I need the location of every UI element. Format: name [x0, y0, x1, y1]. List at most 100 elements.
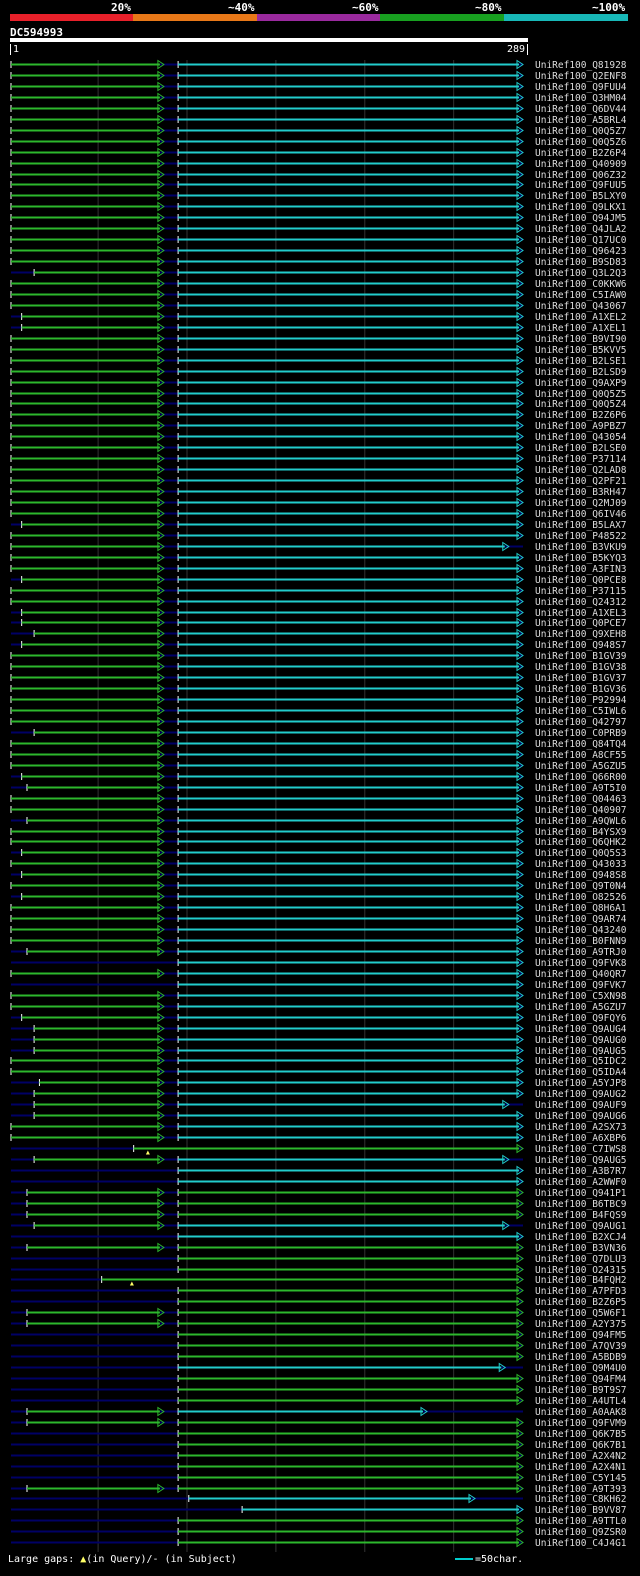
hit-label: UniRef100_Q0Q5Z6 — [535, 137, 627, 148]
hit-label: UniRef100_Q9AUG6 — [535, 1111, 627, 1122]
hit-label: UniRef100_B2LSE1 — [535, 356, 627, 367]
hit-label: UniRef100_B1GV38 — [535, 662, 627, 673]
hit-label: UniRef100_B2Z6P5 — [535, 1297, 627, 1308]
hit-label: UniRef100_A9T5I0 — [535, 783, 627, 794]
hit-label: UniRef100_Q6K7B1 — [535, 1440, 627, 1451]
hit-label: UniRef100_A9PBZ7 — [535, 421, 627, 432]
hit-label: UniRef100_Q9AUG0 — [535, 1035, 627, 1046]
hit-label: UniRef100_A3FIN3 — [535, 564, 627, 575]
hit-label: UniRef100_Q7DLU3 — [535, 1254, 627, 1265]
hit-label: UniRef100_B9SD83 — [535, 257, 627, 268]
hit-label: UniRef100_Q40909 — [535, 159, 627, 170]
scale-line-icon — [455, 1558, 473, 1560]
hit-label: UniRef100_Q6K7B5 — [535, 1429, 627, 1440]
hit-label: UniRef100_A5GZU7 — [535, 1002, 627, 1013]
hit-label: UniRef100_P92994 — [535, 695, 627, 706]
hit-label: UniRef100_A9TRJ0 — [535, 947, 627, 958]
hit-label: UniRef100_B4FQS9 — [535, 1210, 627, 1221]
query-gap-marker — [129, 1281, 134, 1286]
hit-label: UniRef100_C8KH62 — [535, 1494, 627, 1505]
hit-label: UniRef100_Q9AUG5 — [535, 1155, 627, 1166]
hit-label: UniRef100_A6XBP6 — [535, 1133, 627, 1144]
hit-label: UniRef100_B2XCJ4 — [535, 1232, 627, 1243]
hit-label: UniRef100_A9QWL6 — [535, 816, 627, 827]
alignment-plot: UniRef100_Q81928UniRef100_Q2ENF8UniRef10… — [10, 59, 627, 1552]
hit-label: UniRef100_A5BDB9 — [535, 1352, 627, 1363]
hit-label: UniRef100_Q0Q5Z7 — [535, 126, 627, 137]
hit-label: UniRef100_Q0PCE7 — [535, 618, 627, 629]
hit-label: UniRef100_Q24312 — [535, 597, 627, 608]
footer: Large gaps: ▲(in Query)/- (in Subject) =… — [0, 1552, 640, 1572]
hit-label: UniRef100_Q9AUG1 — [535, 1221, 627, 1232]
hit-label: UniRef100_B2Z6P4 — [535, 148, 627, 159]
hit-label: UniRef100_B3VKU9 — [535, 542, 627, 553]
hit-label: UniRef100_Q04463 — [535, 794, 627, 805]
hit-label: UniRef100_Q9XEH8 — [535, 629, 627, 640]
gap-query-text: (in Query)/ — [86, 1554, 153, 1565]
hit-label: UniRef100_Q43240 — [535, 925, 627, 936]
hit-label: UniRef100_A7QV39 — [535, 1341, 627, 1352]
query-gap-marker — [145, 1150, 150, 1155]
hit-label: UniRef100_Q5IDA4 — [535, 1067, 627, 1078]
hit-label: UniRef100_A5YJP8 — [535, 1078, 627, 1089]
hit-label: UniRef100_Q9FUU5 — [535, 180, 627, 191]
hit-label: UniRef100_Q9FVK8 — [535, 958, 627, 969]
hit-label: UniRef100_C0PRB9 — [535, 728, 627, 739]
hit-label: UniRef100_A2X4N2 — [535, 1451, 627, 1462]
scale-label: =50char. — [475, 1554, 524, 1565]
hit-label: UniRef100_Q96423 — [535, 246, 627, 257]
hit-label: UniRef100_Q9LKX1 — [535, 202, 627, 213]
hit-label: UniRef100_A0AAK8 — [535, 1407, 627, 1418]
large-gaps-label: Large gaps: — [8, 1554, 75, 1565]
hit-label: UniRef100_C5IWL6 — [535, 706, 627, 717]
hit-label: UniRef100_B3RH47 — [535, 487, 627, 498]
hit-label: UniRef100_B5KYQ3 — [535, 553, 627, 564]
hit-label: UniRef100_B5KVV5 — [535, 345, 627, 356]
large-gaps-legend: Large gaps: ▲(in Query)/- (in Subject) — [8, 1554, 237, 1565]
hit-label: UniRef100_Q9FQY6 — [535, 1013, 627, 1024]
hit-label: UniRef100_B5LXY0 — [535, 191, 627, 202]
hit-label: UniRef100_Q9ZSR0 — [535, 1527, 627, 1538]
hit-label: UniRef100_Q9AUG4 — [535, 1024, 627, 1035]
hit-label: UniRef100_Q43054 — [535, 432, 627, 443]
hit-label: UniRef100_Q43033 — [535, 859, 627, 870]
hit-label: UniRef100_Q9FVM9 — [535, 1418, 627, 1429]
hit-label: UniRef100_C5IAW0 — [535, 290, 627, 301]
hit-label: UniRef100_A2SX73 — [535, 1122, 627, 1133]
hit-label: UniRef100_Q9AXP9 — [535, 378, 627, 389]
hit-label: UniRef100_C4J4G1 — [535, 1538, 627, 1549]
hit-label: UniRef100_Q2LAD8 — [535, 465, 627, 476]
hit-label: UniRef100_B1GV36 — [535, 684, 627, 695]
hit-label: UniRef100_B6TBC9 — [535, 1199, 627, 1210]
hit-label: UniRef100_B5LAX7 — [535, 520, 627, 531]
hit-label: UniRef100_B9T9S7 — [535, 1385, 627, 1396]
hit-label: UniRef100_Q9AUG2 — [535, 1089, 627, 1100]
hit-label: UniRef100_Q40QR7 — [535, 969, 627, 980]
hit-label: UniRef100_Q94JM5 — [535, 213, 627, 224]
hit-label: UniRef100_Q948S8 — [535, 870, 627, 881]
hit-label: UniRef100_Q43067 — [535, 301, 627, 312]
hit-label: UniRef100_A1XEL1 — [535, 323, 627, 334]
hit-label: UniRef100_P37114 — [535, 454, 627, 465]
hit-label: UniRef100_Q2ENF8 — [535, 71, 627, 82]
hit-label: UniRef100_Q5W6F1 — [535, 1308, 627, 1319]
hit-label: UniRef100_Q3L2Q3 — [535, 268, 627, 279]
hit-label: UniRef100_C5Y145 — [535, 1473, 627, 1484]
hit-label: UniRef100_B9VV87 — [535, 1505, 627, 1516]
hit-label: UniRef100_Q9M4U0 — [535, 1363, 627, 1374]
hit-label: UniRef100_Q0Q5S3 — [535, 848, 627, 859]
hit-label: UniRef100_A5BRL4 — [535, 115, 627, 126]
hit-label: UniRef100_B1GV39 — [535, 651, 627, 662]
scale-legend: =50char. — [455, 1554, 523, 1565]
hit-label: UniRef100_Q6DV44 — [535, 104, 627, 115]
hit-label: UniRef100_Q2PF21 — [535, 476, 627, 487]
hit-label: UniRef100_B1GV37 — [535, 673, 627, 684]
hit-label: UniRef100_A8CF55 — [535, 750, 627, 761]
hit-label: UniRef100_Q9FVK7 — [535, 980, 627, 991]
hit-label: UniRef100_C0KKW6 — [535, 279, 627, 290]
hit-label: UniRef100_Q2MJ09 — [535, 498, 627, 509]
hit-label: UniRef100_Q0Q5Z4 — [535, 399, 627, 410]
hit-label: UniRef100_A7PFD3 — [535, 1286, 627, 1297]
hit-label: UniRef100_B2Z6P6 — [535, 410, 627, 421]
hit-label: UniRef100_P37115 — [535, 586, 627, 597]
